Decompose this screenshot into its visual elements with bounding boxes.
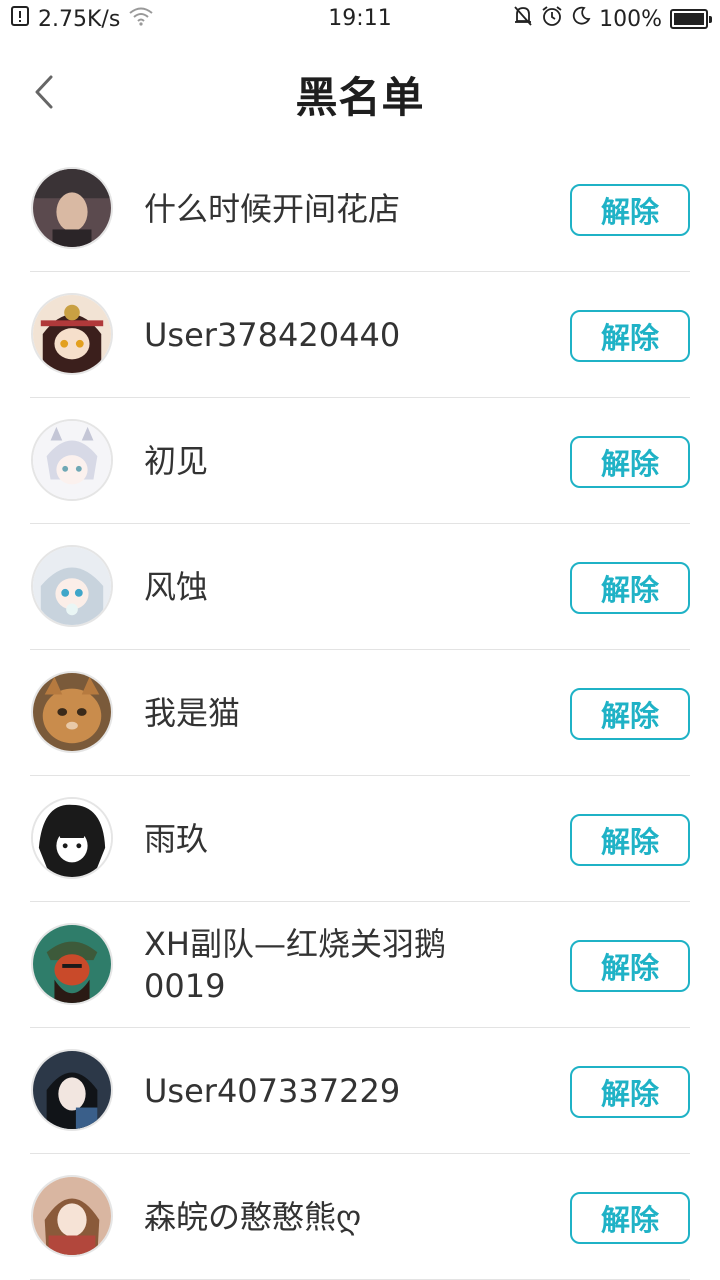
unblock-button[interactable]: 解除	[570, 562, 690, 614]
avatar[interactable]	[31, 167, 113, 249]
list-item: 初见 解除	[30, 398, 690, 524]
avatar[interactable]	[31, 923, 113, 1005]
unblock-button[interactable]: 解除	[570, 688, 690, 740]
mute-bell-icon	[513, 5, 533, 33]
battery-percent: 100%	[599, 6, 662, 32]
list-item: User407337229 解除	[30, 1028, 690, 1154]
avatar[interactable]	[31, 419, 113, 501]
header: 黑名单	[0, 50, 720, 134]
alarm-icon	[541, 5, 563, 33]
user-name: XH副队—红烧关羽鹅0019	[144, 925, 446, 1005]
list-item: XH副队—红烧关羽鹅0019 解除	[30, 902, 690, 1028]
user-name: User378420440	[144, 316, 401, 354]
user-name: 什么时候开间花店	[144, 190, 401, 228]
page-title: 黑名单	[295, 73, 425, 122]
list-item: 我是猫 解除	[30, 650, 690, 776]
unblock-button[interactable]: 解除	[570, 1192, 690, 1244]
list-item: 森皖の憨憨熊ღ 解除	[30, 1154, 690, 1280]
avatar[interactable]	[31, 545, 113, 627]
unblock-button[interactable]: 解除	[570, 436, 690, 488]
user-name: 风蚀	[144, 568, 209, 606]
avatar[interactable]	[31, 293, 113, 375]
user-name: 初见	[144, 442, 209, 480]
avatar[interactable]	[31, 797, 113, 879]
list-item: User378420440 解除	[30, 272, 690, 398]
unblock-button[interactable]: 解除	[570, 814, 690, 866]
list-item: 雨玖 解除	[30, 776, 690, 902]
battery-icon	[670, 9, 712, 29]
avatar[interactable]	[31, 1049, 113, 1131]
user-name: 我是猫	[144, 694, 241, 732]
list-item: 风蚀 解除	[30, 524, 690, 650]
unblock-button[interactable]: 解除	[570, 1066, 690, 1118]
user-name: 森皖の憨憨熊ღ	[144, 1198, 362, 1236]
status-right: 100%	[513, 5, 712, 33]
moon-icon	[571, 6, 591, 32]
blocklist: 什么时候开间花店 解除 User378420440 解除 初见 解除 风蚀 解除…	[30, 146, 690, 1280]
unblock-button[interactable]: 解除	[570, 184, 690, 236]
unblock-button[interactable]: 解除	[570, 310, 690, 362]
user-name: User407337229	[144, 1072, 401, 1110]
unblock-button[interactable]: 解除	[570, 940, 690, 992]
list-item: 什么时候开间花店 解除	[30, 146, 690, 272]
avatar[interactable]	[31, 671, 113, 753]
status-bar: 2.75K/s 19:11 100%	[0, 0, 720, 38]
avatar[interactable]	[31, 1175, 113, 1257]
user-name: 雨玖	[144, 820, 209, 858]
